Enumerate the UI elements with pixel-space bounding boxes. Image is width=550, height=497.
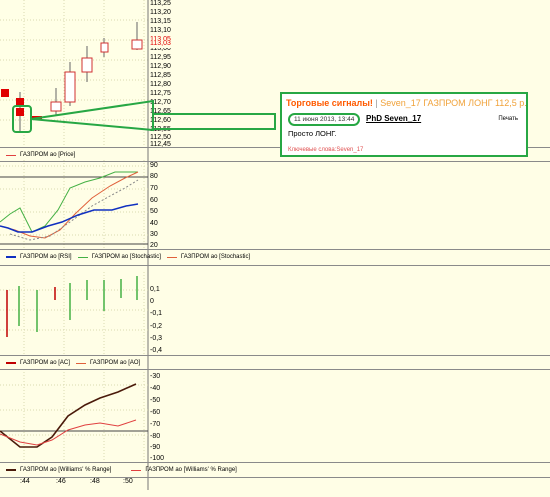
popup-title: Торговые сигналы! | Seven_17 ГАЗПРОМ ЛОН… [286,98,527,108]
legend-label: ГАЗПРОМ ао [AC] [20,360,70,366]
time-tick: :44 [20,478,30,485]
candlesticks [1,22,143,132]
stochastic-dash-line [9,179,139,241]
ac-tick: 0 [150,298,154,305]
popup-message: Просто ЛОНГ. [288,129,337,138]
ac-tick: -0,3 [150,335,163,342]
wr-tick: -60 [150,409,161,416]
rsi-line [0,203,139,233]
signal-callout-pointer [30,99,154,132]
osc-tick: 50 [150,208,158,215]
ac-tick: -0,4 [150,347,163,354]
popup-title-detail: Seven_17 ГАЗПРОМ ЛОНГ 112,5 р. [380,98,527,108]
keywords-link[interactable]: Ключевые слова:Seven_17 [288,147,363,153]
wr-tick: -30 [150,373,161,380]
osc-tick: 90 [150,162,158,169]
oscillator-axis: 90 80 70 60 50 40 30 20 [148,161,188,251]
osc-tick: 40 [150,220,158,227]
candle [16,108,24,116]
wr-tick: -50 [150,397,161,404]
candle [131,39,143,50]
wr-tick: -70 [150,421,161,428]
ac-tick: -0,2 [150,323,163,330]
candle [81,57,93,73]
author-link[interactable]: PhD Seven_17 [366,114,421,123]
legend-label: ГАЗПРОМ ао [Price] [20,152,76,158]
wr-tick: -90 [150,444,161,451]
legend-label: ГАЗПРОМ ао [Williams' % Range] [145,467,237,473]
osc-tick: 70 [150,185,158,192]
candle [50,101,62,112]
legend-label: ГАЗПРОМ ао [RSI] [20,254,72,260]
osc-tick: 60 [150,197,158,204]
time-tick: :46 [56,478,66,485]
popup-title-main: Торговые сигналы! [286,98,373,108]
legend-label: ГАЗПРОМ ао [Williams' % Range] [20,467,112,473]
popup-date: 11 июня 2013, 13:44 [288,113,361,126]
wr-tick: -40 [150,385,161,392]
trade-signal-popup[interactable]: Торговые сигналы! | Seven_17 ГАЗПРОМ ЛОН… [280,92,528,157]
time-tick: :48 [90,478,100,485]
ac-axis: 0,1 0 -0,1 -0,2 -0,3 -0,4 [148,265,188,355]
time-axis: :44 :46 :48 :50 [0,477,148,491]
ac-legend: ГАЗПРОМ ао [AC] ГАЗПРОМ ао [AO] [0,356,290,370]
wr-tick: -80 [150,433,161,440]
osc-tick: 30 [150,231,158,238]
williams-axis: -30 -40 -50 -60 -70 -80 -90 -100 [148,369,188,464]
legend-label: ГАЗПРОМ ао [AO] [89,360,141,366]
ac-tick: -0,1 [150,310,163,317]
oscillator-legend: ГАЗПРОМ ао [RSI] ГАЗПРОМ ао [Stochastic]… [0,250,300,264]
legend-label: ГАЗПРОМ ао [Stochastic] [180,254,251,260]
ac-tick: 0,1 [150,286,160,293]
price-legend: ГАЗПРОМ ао [Price] [0,148,290,162]
legend-label: ГАЗПРОМ ао [Stochastic] [91,254,161,260]
candle [16,98,24,106]
candle [1,89,9,97]
williams-legend: ГАЗПРОМ ао [Williams' % Range] ГАЗПРОМ а… [0,463,320,477]
osc-tick: 80 [150,173,158,180]
time-tick: :50 [123,478,133,485]
print-link[interactable]: Печать [498,116,518,122]
stochastic-signal-line [0,171,139,239]
signal-callout-box [152,113,276,130]
candle [100,42,109,53]
williams-r-line [0,383,137,448]
williams-r-signal-line [0,419,137,446]
candle [64,71,76,103]
ac-histogram [6,276,138,337]
